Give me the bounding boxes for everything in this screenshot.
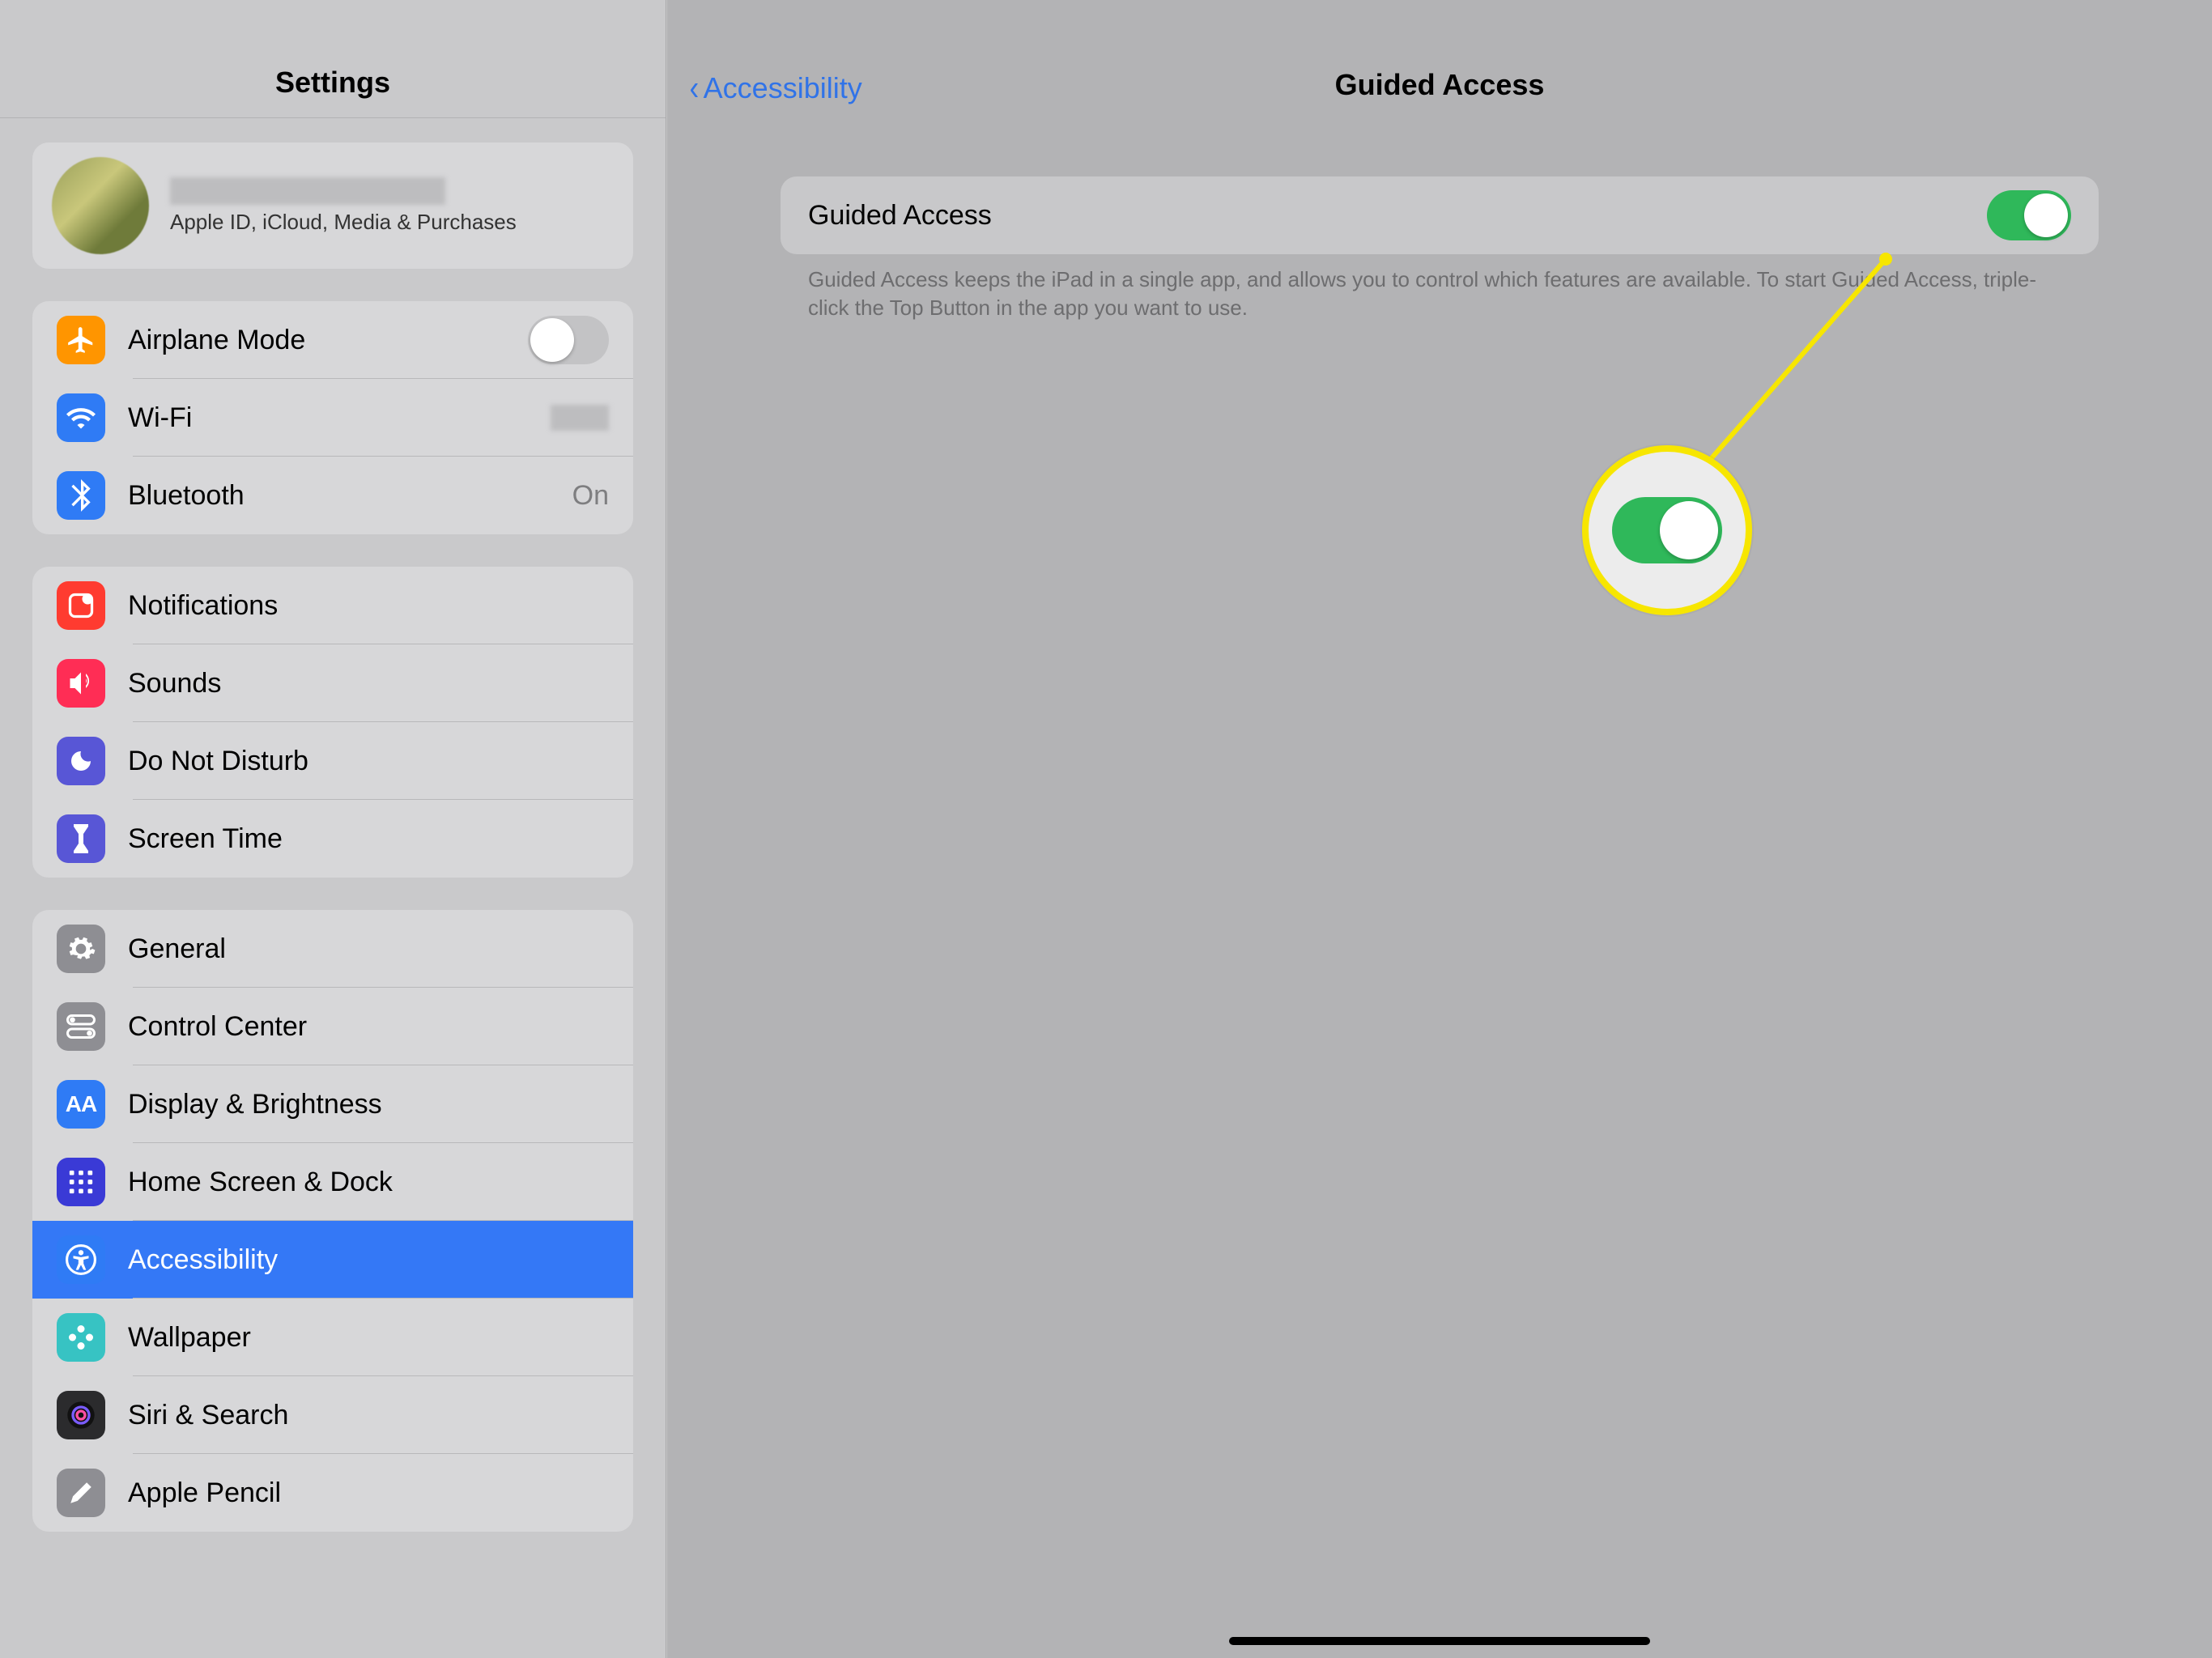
flower-icon [57,1313,105,1362]
profile-subtitle: Apple ID, iCloud, Media & Purchases [170,210,517,235]
sidebar-item-label: Do Not Disturb [128,746,609,777]
pencil-icon [57,1469,105,1517]
sidebar-item-wallpaper[interactable]: Wallpaper [32,1299,633,1376]
siri-icon [57,1391,105,1439]
sidebar-item-label: Siri & Search [128,1400,609,1431]
sidebar-item-homescreen[interactable]: Home Screen & Dock [32,1143,633,1221]
sidebar-item-label: Accessibility [128,1244,609,1276]
sounds-icon [57,659,105,708]
sidebar-header: Settings [0,0,666,118]
sidebar-item-label: General [128,933,609,965]
group-general: General Control Center AA Display & Brig… [32,910,633,1532]
sidebar-item-label: Bluetooth [128,480,550,512]
back-button[interactable]: ‹ Accessibility [688,71,862,105]
sidebar-item-label: Apple Pencil [128,1477,609,1509]
home-indicator [1229,1637,1650,1645]
bluetooth-value: On [572,480,609,512]
group-connectivity: Airplane Mode Wi-Fi Bluetooth On [32,301,633,534]
sidebar-item-label: Home Screen & Dock [128,1167,609,1198]
sidebar-item-screentime[interactable]: Screen Time [32,800,633,878]
sidebar-item-wifi[interactable]: Wi-Fi [32,379,633,457]
sidebar-item-label: Control Center [128,1011,609,1043]
profile-name-redacted [170,177,445,205]
detail-header: ‹ Accessibility Guided Access [667,0,2212,118]
sidebar-item-general[interactable]: General [32,910,633,988]
back-label: Accessibility [704,71,862,105]
avatar [52,157,149,254]
airplane-toggle-off[interactable] [528,316,609,364]
toggle-callout [1582,445,1752,615]
gear-icon [57,925,105,973]
grid-icon [57,1158,105,1206]
guided-access-footer: Guided Access keeps the iPad in a single… [781,254,2099,322]
switches-icon [57,1002,105,1051]
sidebar-item-accessibility[interactable]: Accessibility [32,1221,633,1299]
guided-access-toggle[interactable] [1987,190,2071,240]
sidebar-item-label: Screen Time [128,823,609,855]
sidebar-item-siri[interactable]: Siri & Search [32,1376,633,1454]
detail-pane: ‹ Accessibility Guided Access Guided Acc… [667,0,2212,1658]
guided-access-label: Guided Access [808,200,1987,232]
sidebar-item-applepencil[interactable]: Apple Pencil [32,1454,633,1532]
sidebar-item-label: Display & Brightness [128,1089,609,1120]
bluetooth-icon [57,471,105,520]
text-size-icon: AA [57,1080,105,1129]
sidebar-item-sounds[interactable]: Sounds [32,644,633,722]
hourglass-icon [57,814,105,863]
sidebar-item-notifications[interactable]: Notifications [32,567,633,644]
sidebar-item-display[interactable]: AA Display & Brightness [32,1065,633,1143]
sidebar-item-label: Notifications [128,590,609,622]
wifi-settings-icon [57,393,105,442]
sidebar-item-label: Airplane Mode [128,325,505,356]
sidebar-item-label: Sounds [128,668,609,699]
guided-access-group: Guided Access [781,176,2099,254]
page-title: Settings [275,66,390,100]
sidebar-item-dnd[interactable]: Do Not Disturb [32,722,633,800]
group-notifications: Notifications Sounds Do Not Disturb Scre… [32,567,633,878]
sidebar-item-controlcenter[interactable]: Control Center [32,988,633,1065]
airplane-icon [57,316,105,364]
guided-access-row[interactable]: Guided Access [781,176,2099,254]
sidebar-item-bluetooth[interactable]: Bluetooth On [32,457,633,534]
moon-icon [57,737,105,785]
sidebar-item-airplane[interactable]: Airplane Mode [32,301,633,379]
wifi-value-redacted [551,405,609,431]
sidebar-item-label: Wallpaper [128,1322,609,1354]
callout-toggle-icon [1612,497,1722,563]
notifications-icon [57,581,105,630]
profile-group[interactable]: Apple ID, iCloud, Media & Purchases [32,142,633,269]
detail-title: Guided Access [1335,68,1545,102]
sidebar-item-label: Wi-Fi [128,402,528,434]
sidebar: Settings Apple ID, iCloud, Media & Purch… [0,0,666,1658]
accessibility-icon [57,1235,105,1284]
chevron-left-icon: ‹ [689,78,699,99]
